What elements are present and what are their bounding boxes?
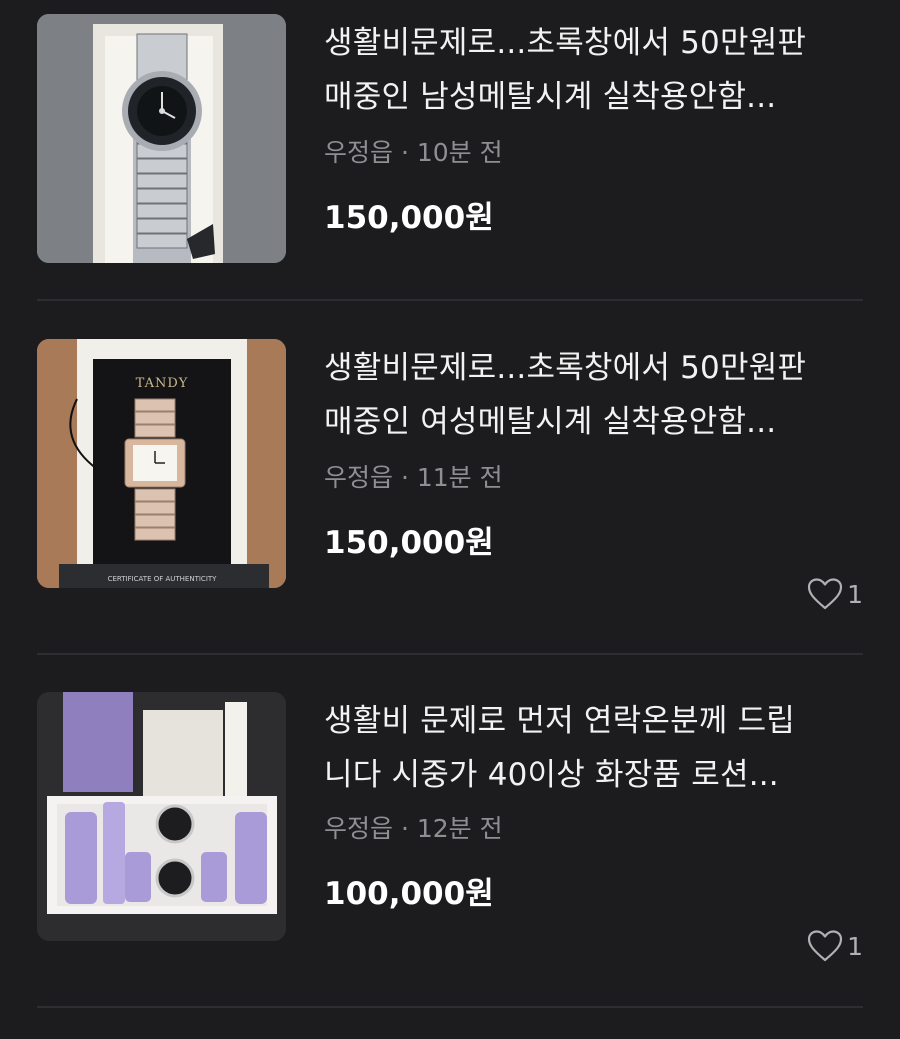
listing-title-line: 매중인 남성메탈시계 실착용안함...	[324, 79, 777, 115]
listing-title[interactable]: 생활비문제로...초록창에서 50만원판 매중인 남성메탈시계 실착용안함...	[324, 16, 884, 124]
heart-icon	[807, 578, 843, 610]
listing-title[interactable]: 생활비문제로...초록창에서 50만원판 매중인 여성메탈시계 실착용안함...	[324, 341, 884, 449]
listing-feed: 생활비문제로...초록창에서 50만원판 매중인 남성메탈시계 실착용안함...…	[0, 0, 900, 1039]
like-count-value: 1	[847, 931, 863, 961]
card-text: CERTIFICATE OF AUTHENTICITY	[108, 575, 218, 583]
listing-title-line: 생활비문제로...초록창에서 50만원판	[324, 350, 807, 386]
womens-watch-image: TANDY CERTIFICATE OF AUTHENTICITY	[37, 339, 286, 588]
like-count[interactable]: 1	[807, 930, 863, 962]
listing-location: 우정읍	[324, 138, 394, 167]
listing-time: 11분 전	[416, 463, 503, 492]
listing-item[interactable]: TANDY CERTIFICATE OF AUTHENTICITY 생활비문제로…	[0, 325, 900, 625]
mens-watch-image	[37, 14, 286, 263]
listing-meta: 우정읍 · 11분 전	[324, 458, 503, 494]
listing-title-line: 생활비 문제로 먼저 연락온분께 드립	[324, 703, 796, 739]
meta-separator: ·	[400, 138, 409, 167]
listing-price: 100,000원	[324, 876, 494, 912]
listing-thumbnail[interactable]	[37, 692, 286, 941]
divider	[37, 653, 863, 655]
divider	[37, 299, 863, 301]
listing-thumbnail[interactable]: TANDY CERTIFICATE OF AUTHENTICITY	[37, 339, 286, 588]
like-count[interactable]: 1	[807, 578, 863, 610]
listing-price: 150,000원	[324, 525, 494, 561]
listing-time: 10분 전	[416, 138, 503, 167]
divider	[37, 1006, 863, 1008]
listing-location: 우정읍	[324, 814, 394, 843]
listing-item[interactable]: 생활비 문제로 먼저 연락온분께 드립 니다 시중가 40이상 화장품 로션..…	[0, 678, 900, 978]
listing-location: 우정읍	[324, 463, 394, 492]
cosmetics-set-image	[37, 692, 286, 941]
listing-time: 12분 전	[416, 814, 503, 843]
meta-separator: ·	[400, 814, 409, 843]
listing-meta: 우정읍 · 12분 전	[324, 809, 503, 845]
listing-title-line: 니다 시중가 40이상 화장품 로션...	[324, 757, 779, 793]
listing-item[interactable]: 생활비문제로...초록창에서 50만원판 매중인 남성메탈시계 실착용안함...…	[0, 0, 900, 300]
listing-title-line: 생활비문제로...초록창에서 50만원판	[324, 25, 807, 61]
listing-price: 150,000원	[324, 200, 494, 236]
like-count-value: 1	[847, 579, 863, 609]
heart-icon	[807, 930, 843, 962]
listing-meta: 우정읍 · 10분 전	[324, 133, 503, 169]
listing-title-line: 매중인 여성메탈시계 실착용안함...	[324, 404, 777, 440]
listing-title[interactable]: 생활비 문제로 먼저 연락온분께 드립 니다 시중가 40이상 화장품 로션..…	[324, 694, 884, 802]
brand-text: TANDY	[136, 376, 189, 391]
listing-thumbnail[interactable]	[37, 14, 286, 263]
meta-separator: ·	[400, 463, 409, 492]
